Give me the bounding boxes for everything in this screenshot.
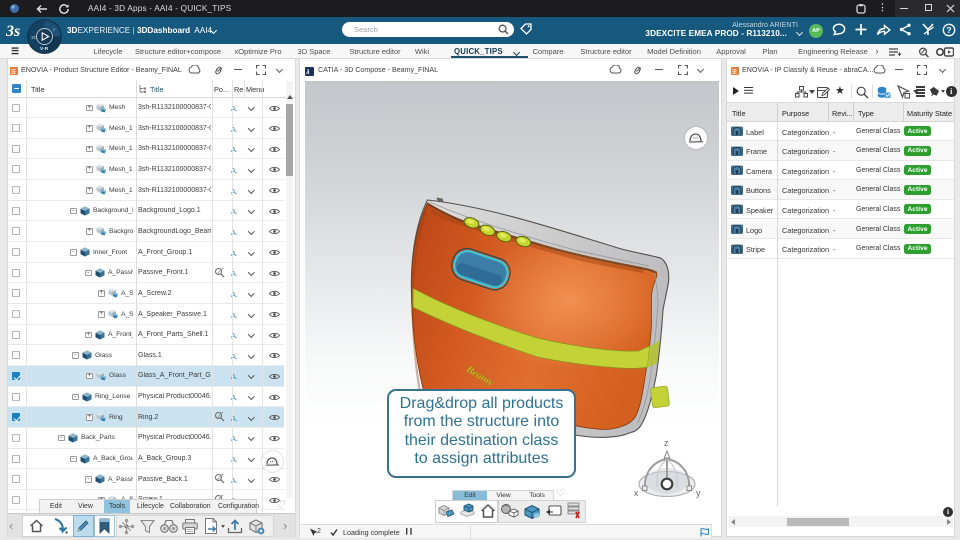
svg-text:z: z — [664, 438, 669, 448]
svg-text:☰: ☰ — [732, 69, 737, 76]
svg-text:λ: λ — [305, 70, 309, 76]
svg-text:3s: 3s — [5, 23, 20, 40]
svg-text:V·R: V·R — [40, 46, 49, 52]
svg-text:I²: I² — [53, 28, 56, 33]
svg-text:☰: ☰ — [11, 69, 16, 76]
svg-text:x: x — [634, 488, 639, 498]
svg-text:y: y — [696, 488, 701, 498]
svg-text:3D: 3D — [31, 35, 38, 40]
svg-text:?: ? — [946, 25, 951, 35]
